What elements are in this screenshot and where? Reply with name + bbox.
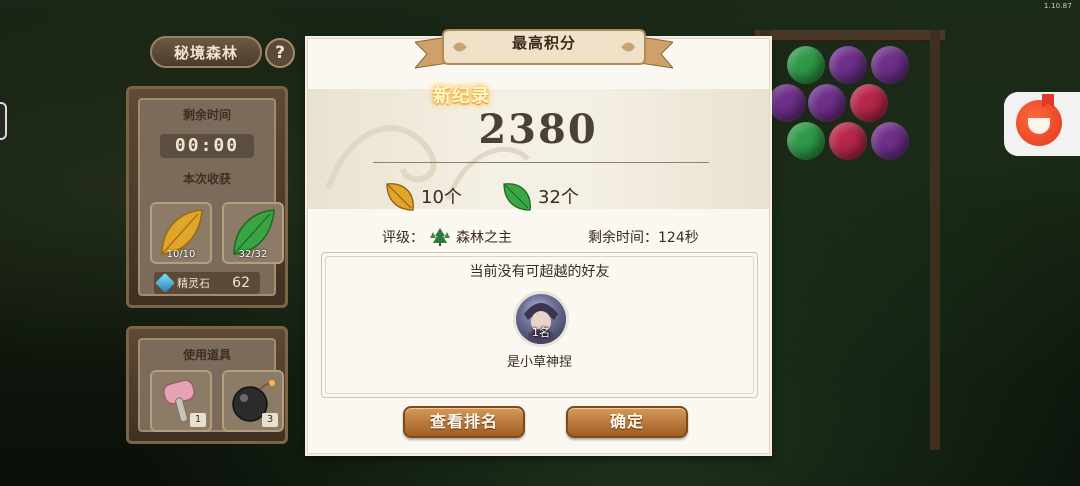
bubble <box>871 122 909 160</box>
reward-yellow-leaf: 10个 <box>383 180 462 212</box>
avatar-image: 1名 <box>516 294 566 344</box>
gem-label: 精灵石 <box>177 277 210 290</box>
friend-rank: 1名 <box>532 326 550 339</box>
version-label: 1.10.87 <box>1043 2 1072 10</box>
reward-green-count: 32个 <box>538 187 579 208</box>
view-ranking-button[interactable]: 查看排名 <box>403 406 525 438</box>
level-title: 秘境森林 <box>150 36 262 68</box>
rating-value: 森林之主 <box>456 230 512 246</box>
tool-count-hammer: 1 <box>190 413 206 427</box>
tools-label: 使用道具 <box>182 348 231 362</box>
stats-board: 剩余时间 00:00 本次收获 10/10 32/32 精灵石 62 <box>126 86 288 308</box>
harvest-count-green: 32/32 <box>238 249 268 260</box>
friends-message: 当前没有可超越的好友 <box>469 264 610 280</box>
score-value: 2380 <box>478 106 598 153</box>
harvest-slot-yellow: 10/10 <box>150 202 212 264</box>
stats-panel: 剩余时间 00:00 本次收获 10/10 32/32 精灵石 62 <box>138 98 284 296</box>
tomato-icon <box>1016 100 1062 146</box>
dialog-title: 最高积分 <box>511 34 576 52</box>
time-left-value: 00:00 <box>160 134 254 158</box>
tools-board: 使用道具 1 3 <box>126 326 288 444</box>
tool-count-bomb: 3 <box>262 413 278 427</box>
score-divider <box>373 162 709 163</box>
reward-yellow-count: 10个 <box>421 187 462 208</box>
bubble <box>871 46 909 84</box>
help-button[interactable]: ? <box>265 38 295 68</box>
side-widget-button[interactable] <box>1004 92 1080 156</box>
bubble <box>829 122 867 160</box>
time-left-text: 剩余时间：124秒 <box>588 230 699 246</box>
friends-panel: 当前没有可超越的好友 1名 是小草神捏 <box>321 252 758 398</box>
tool-slot-hammer[interactable]: 1 <box>150 370 212 432</box>
gem-row: 精灵石 62 <box>154 272 260 294</box>
friend-avatar[interactable]: 1名 <box>513 291 569 347</box>
bubble <box>787 122 825 160</box>
harvest-slot-green: 32/32 <box>222 202 284 264</box>
bubble <box>850 84 888 122</box>
spirit-stone-icon <box>155 273 175 293</box>
bubble <box>829 46 867 84</box>
harvest-count-yellow: 10/10 <box>166 249 196 260</box>
time-left-label: 剩余时间 <box>182 108 231 122</box>
bubble <box>787 46 825 84</box>
gem-value: 62 <box>232 275 250 291</box>
forest-icon <box>430 228 450 246</box>
reward-green-leaf: 32个 <box>500 180 579 212</box>
rating-row: 评级： 森林之主 <box>382 226 512 248</box>
edge-handle <box>0 102 7 140</box>
green-leaf-icon <box>503 183 531 211</box>
bubble <box>808 84 846 122</box>
confirm-button[interactable]: 确定 <box>566 406 688 438</box>
friend-name: 是小草神捏 <box>506 355 572 370</box>
tools-panel: 使用道具 1 3 <box>138 338 284 432</box>
bubble <box>768 84 806 122</box>
yellow-leaf-icon <box>386 183 414 211</box>
harvest-label: 本次收获 <box>182 172 231 186</box>
tool-slot-bomb[interactable]: 3 <box>222 370 284 432</box>
rating-label: 评级： <box>382 230 424 246</box>
